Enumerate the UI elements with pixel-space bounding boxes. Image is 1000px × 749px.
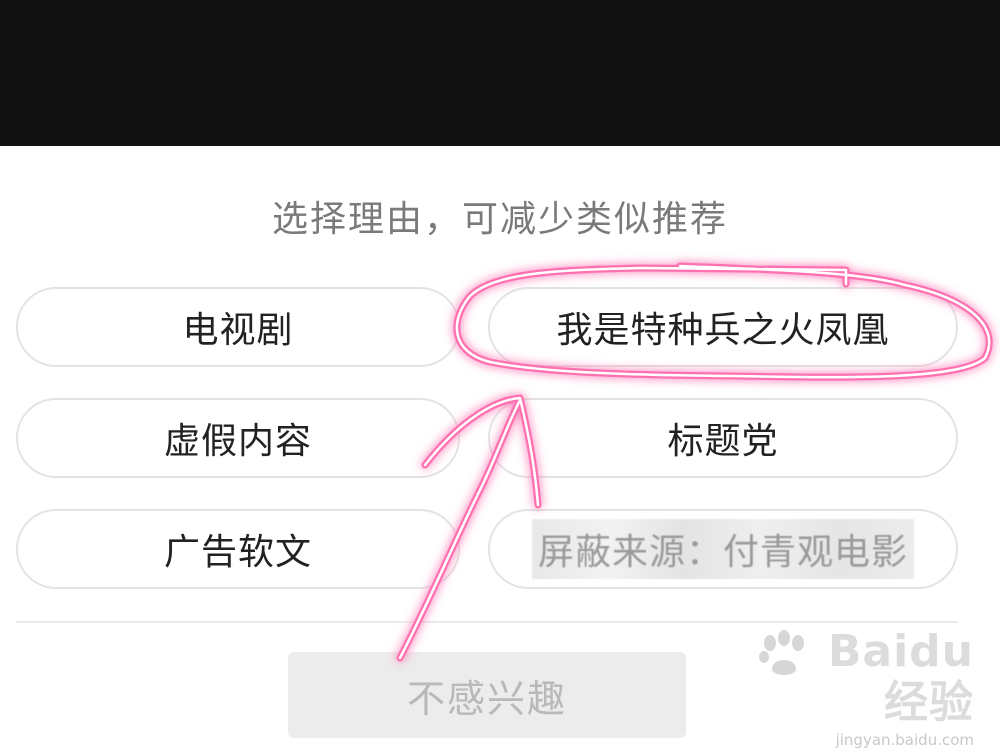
reason-label: 标题党 [667, 421, 779, 462]
watermark-brand: Baidu经验 [827, 626, 974, 728]
watermark-logo: Baidu经验 [744, 628, 974, 727]
reason-chip-advertorial[interactable]: 广告软文 [16, 509, 460, 589]
dialog-title: 选择理由，可减少类似推荐 [271, 199, 728, 240]
reason-label: 虚假内容 [163, 421, 312, 462]
reason-chip-tv-drama[interactable]: 电视剧 [16, 287, 460, 367]
reason-label: 电视剧 [182, 310, 294, 351]
reason-label: 广告软文 [163, 532, 312, 573]
reason-label: 我是特种兵之火凤凰 [556, 310, 890, 351]
reason-chip-block-source[interactable]: 屏蔽来源：付青观电影 [488, 509, 958, 589]
watermark-url: jingyan.baidu.com [835, 731, 974, 749]
reason-chip-show-title[interactable]: 我是特种兵之火凤凰 [488, 287, 958, 367]
reason-chip-fake-content[interactable]: 虚假内容 [16, 398, 460, 478]
reason-label: 屏蔽来源：付青观电影 [531, 519, 914, 579]
video-area [0, 0, 1000, 146]
baidu-jingyan-watermark: Baidu经验 jingyan.baidu.com [744, 628, 974, 749]
reason-chip-clickbait[interactable]: 标题党 [488, 398, 958, 478]
divider [16, 621, 958, 623]
not-interested-button[interactable]: 不感兴趣 [288, 652, 686, 738]
paw-icon [758, 630, 804, 675]
